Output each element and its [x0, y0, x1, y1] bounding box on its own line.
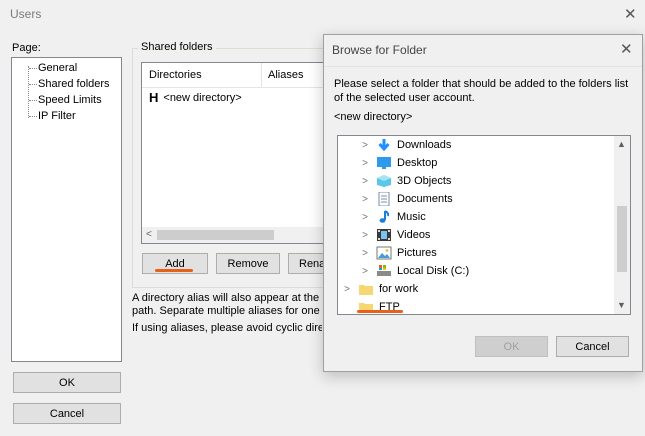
- add-highlight-mark: [155, 269, 193, 272]
- tree-item[interactable]: > Documents: [338, 190, 453, 208]
- dialog-ok-button[interactable]: OK: [475, 336, 548, 357]
- tree-item[interactable]: > Local Disk (C:): [338, 262, 469, 280]
- folder-tree[interactable]: > Downloads > Desktop > 3D Objects > Doc…: [337, 135, 631, 315]
- expand-chevron-icon[interactable]: >: [358, 266, 372, 277]
- dialog-title: Browse for Folder: [332, 43, 427, 57]
- directories-list[interactable]: Directories Aliases H <new directory> <: [141, 62, 331, 244]
- pictures-icon: [376, 246, 392, 260]
- expand-chevron-icon[interactable]: >: [358, 194, 372, 205]
- dialog-close-icon[interactable]: ✕: [620, 42, 633, 57]
- page-label: Page:: [12, 42, 41, 54]
- tree-item[interactable]: > Videos: [338, 226, 430, 244]
- column-header-directories[interactable]: Directories: [149, 69, 202, 81]
- expand-chevron-icon[interactable]: >: [358, 158, 372, 169]
- column-header-aliases[interactable]: Aliases: [268, 69, 303, 81]
- alias-note: A directory alias will also appear at th…: [132, 292, 322, 317]
- tree-item[interactable]: > Music: [338, 208, 426, 226]
- expand-chevron-icon[interactable]: >: [358, 140, 372, 151]
- window-title: Users: [10, 7, 42, 21]
- tree-item[interactable]: > Downloads: [338, 136, 451, 154]
- page-item-general[interactable]: General: [38, 62, 77, 74]
- tree-item[interactable]: > Desktop: [338, 154, 437, 172]
- tree-item[interactable]: > Pictures: [338, 244, 437, 262]
- remove-button[interactable]: Remove: [216, 253, 280, 274]
- home-marker: H: [149, 90, 159, 105]
- music-icon: [376, 210, 392, 224]
- ok-button[interactable]: OK: [13, 372, 121, 393]
- dialog-cancel-button[interactable]: Cancel: [556, 336, 629, 357]
- page-tree: General Shared folders Speed Limits IP F…: [11, 57, 122, 362]
- cancel-button[interactable]: Cancel: [13, 403, 121, 424]
- page-item-shared-folders[interactable]: Shared folders: [38, 78, 110, 90]
- documents-icon: [376, 191, 392, 207]
- table-row[interactable]: H <new directory>: [149, 90, 242, 105]
- scrollbar-thumb[interactable]: [157, 230, 274, 240]
- desktop-icon: [376, 156, 392, 170]
- videos-icon: [376, 228, 392, 242]
- directory-cell: <new directory>: [163, 91, 242, 104]
- expand-chevron-icon[interactable]: >: [358, 248, 372, 259]
- shared-folders-group-label: Shared folders: [138, 41, 216, 53]
- local-disk-icon: [376, 264, 392, 278]
- scroll-up-icon[interactable]: ▲: [617, 139, 626, 149]
- page-item-speed-limits[interactable]: Speed Limits: [38, 94, 102, 106]
- page-item-ip-filter[interactable]: IP Filter: [38, 110, 76, 122]
- current-selection: <new directory>: [334, 111, 413, 123]
- expand-chevron-icon[interactable]: >: [358, 230, 372, 241]
- scroll-down-icon[interactable]: ▼: [617, 300, 626, 310]
- 3d-objects-icon: [376, 174, 392, 188]
- ftp-highlight-mark: [357, 310, 403, 313]
- tree-item[interactable]: > 3D Objects: [338, 172, 451, 190]
- horizontal-scrollbar[interactable]: <: [142, 227, 330, 243]
- vertical-scrollbar[interactable]: ▲ ▼: [614, 136, 630, 314]
- browse-folder-dialog: Browse for Folder ✕ Please select a fold…: [323, 34, 643, 372]
- downloads-icon: [376, 138, 392, 152]
- window-close-icon[interactable]: ✕: [624, 7, 637, 22]
- expand-chevron-icon[interactable]: >: [340, 284, 354, 295]
- cyclic-note: If using aliases, please avoid cyclic di…: [132, 322, 322, 334]
- scroll-left-icon[interactable]: <: [146, 229, 152, 240]
- tree-item[interactable]: > for work: [338, 280, 418, 298]
- scrollbar-thumb[interactable]: [617, 206, 627, 272]
- dialog-prompt: Please select a folder that should be ad…: [334, 78, 629, 104]
- expand-chevron-icon[interactable]: >: [358, 176, 372, 187]
- expand-chevron-icon[interactable]: >: [358, 212, 372, 223]
- folder-icon: [358, 282, 374, 296]
